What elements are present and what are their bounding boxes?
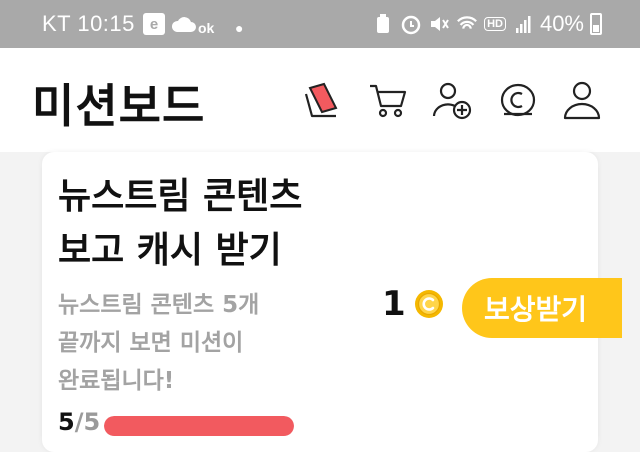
mission-description: 뉴스트림 콘텐츠 5개 끝까지 보면 미션이 완료됩니다! bbox=[58, 286, 308, 400]
progress-current: 5 bbox=[58, 408, 75, 436]
mute-icon bbox=[428, 13, 450, 35]
mission-title-line1: 뉴스트림 콘텐츠 bbox=[58, 176, 303, 217]
add-friend-icon[interactable] bbox=[430, 78, 474, 122]
cart-icon[interactable] bbox=[366, 78, 410, 122]
signal-icon bbox=[512, 13, 534, 35]
ok-status-icon: ok bbox=[198, 20, 215, 36]
page-title: 미션보드 bbox=[32, 79, 206, 133]
hd-badge: HD bbox=[484, 17, 506, 31]
progress-count: 5/5 bbox=[58, 408, 100, 436]
mission-desc-line3: 완료됩니다! bbox=[58, 368, 175, 394]
profile-icon[interactable] bbox=[560, 78, 604, 122]
dot-icon: ● bbox=[235, 20, 244, 36]
mission-desc-line2: 끝까지 보면 미션이 bbox=[58, 330, 244, 356]
battery-icon bbox=[590, 13, 602, 35]
status-icons-right: HD 40% bbox=[372, 11, 602, 37]
cash-coin-icon bbox=[414, 289, 444, 319]
coin-icon[interactable] bbox=[496, 78, 540, 122]
progress-total: /5 bbox=[74, 408, 101, 436]
battery-percent: 40% bbox=[539, 11, 584, 36]
battery-saver-icon bbox=[372, 13, 394, 35]
carrier-time: KT 10:15 bbox=[42, 11, 135, 36]
progress-bar-fill bbox=[104, 416, 294, 436]
mission-title-line2: 보고 캐시 받기 bbox=[58, 230, 282, 271]
progress-bar bbox=[104, 416, 294, 436]
cloud-icon bbox=[171, 10, 197, 38]
app-header: 미션보드 bbox=[0, 48, 640, 152]
wifi-icon bbox=[456, 13, 478, 35]
notification-app-icon: e bbox=[143, 13, 165, 35]
missions-card-icon[interactable] bbox=[300, 78, 344, 122]
alarm-icon bbox=[400, 13, 422, 35]
mission-desc-line1: 뉴스트림 콘텐츠 5개 bbox=[58, 292, 260, 318]
reward-amount: 1 bbox=[382, 284, 406, 324]
mission-title: 뉴스트림 콘텐츠 보고 캐시 받기 bbox=[58, 170, 378, 278]
status-bar: KT 10:15 e ok ● HD 40% bbox=[0, 0, 640, 48]
claim-reward-button[interactable]: 보상받기 bbox=[462, 278, 622, 338]
